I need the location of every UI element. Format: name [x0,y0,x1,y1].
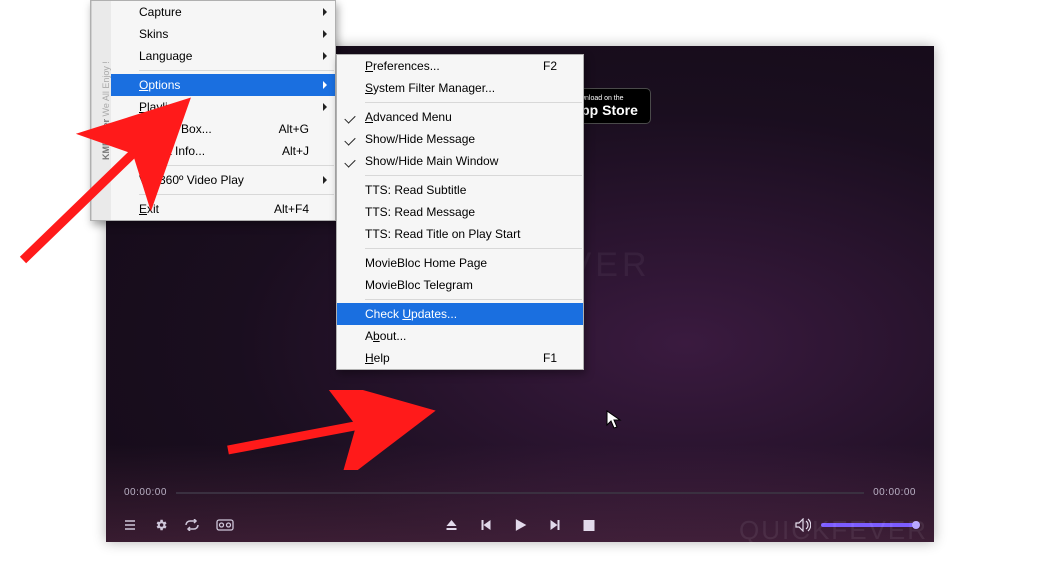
menu-item-label: Help [365,351,513,365]
main-menu-item-skins[interactable]: Skins [111,23,335,45]
options-menu-item-preferences[interactable]: Preferences... F2 [337,55,583,77]
options-menu-item-show-hide-message[interactable]: Show/Hide Message [337,128,583,150]
main-menu-item-vr-360-video-play[interactable]: VR 360º Video Play [111,169,335,191]
time-elapsed: 00:00:00 [124,487,167,498]
submenu-arrow-icon [323,30,327,38]
options-menu-separator [365,299,582,300]
next-icon[interactable] [550,519,562,531]
main-menu-item-media-info[interactable]: Media Info... Alt+J [111,140,335,162]
context-menu-main: KMPlayer We All Enjoy ! Capture Skins Lang… [90,0,336,221]
menu-item-label: Show/Hide Main Window [365,154,557,168]
menu-item-label: VR 360º Video Play [139,173,309,187]
menu-item-shortcut: F1 [543,351,557,365]
options-menu-item-show-hide-main-window[interactable]: Show/Hide Main Window [337,150,583,172]
options-menu-separator [365,248,582,249]
main-menu-item-options[interactable]: Options [111,74,335,96]
options-menu-item-help[interactable]: Help F1 [337,347,583,369]
submenu-arrow-icon [323,176,327,184]
options-menu-item-tts-read-subtitle[interactable]: TTS: Read Subtitle [337,179,583,201]
menu-item-label: Show/Hide Message [365,132,557,146]
menu-item-label: Language [139,49,309,63]
main-menu-separator [139,165,334,166]
options-menu-item-moviebloc-telegram[interactable]: MovieBloc Telegram [337,274,583,296]
options-menu-item-advanced-menu[interactable]: Advanced Menu [337,106,583,128]
menu-item-label: MovieBloc Telegram [365,278,557,292]
menu-item-shortcut: Alt+G [279,122,309,136]
menu-item-label: Media Info... [139,144,252,158]
settings-icon[interactable] [154,518,168,532]
submenu-arrow-icon [323,8,327,16]
menu-item-shortcut: Alt+F4 [274,202,309,216]
stop-icon[interactable] [584,520,595,531]
watermark-corner: QUICKFEVER [739,515,928,546]
options-menu-item-moviebloc-home-page[interactable]: MovieBloc Home Page [337,252,583,274]
main-menu-separator [139,70,334,71]
time-total: 00:00:00 [873,487,916,498]
menu-item-label: Playlist [139,100,309,114]
options-menu-item-check-updates[interactable]: Check Updates... [337,303,583,325]
vr-icon[interactable] [216,519,234,531]
seek-bar[interactable] [176,492,864,494]
menu-item-label: System Filter Manager... [365,81,557,95]
main-menu-item-exit[interactable]: Exit Alt+F4 [111,198,335,220]
main-menu-item-language[interactable]: Language [111,45,335,67]
menu-item-label: Skins [139,27,309,41]
options-menu-item-about[interactable]: About... [337,325,583,347]
previous-icon[interactable] [480,519,492,531]
menu-item-label: TTS: Read Subtitle [365,183,557,197]
main-menu-item-playlist[interactable]: Playlist [111,96,335,118]
menu-item-label: MovieBloc Home Page [365,256,557,270]
submenu-arrow-icon [323,81,327,89]
play-icon[interactable] [514,518,528,532]
check-icon [345,134,355,144]
menu-item-label: Control Box... [139,122,249,136]
menu-item-label: TTS: Read Title on Play Start [365,227,557,241]
main-menu-item-capture[interactable]: Capture [111,1,335,23]
menu-item-label: TTS: Read Message [365,205,557,219]
submenu-arrow-icon [323,103,327,111]
menu-sidebar: KMPlayer We All Enjoy ! [91,1,111,220]
menu-item-label: About... [365,329,557,343]
menu-item-label: Exit [139,202,244,216]
submenu-arrow-icon [323,52,327,60]
main-menu-item-control-box[interactable]: Control Box... Alt+G [111,118,335,140]
options-menu-item-system-filter-manager[interactable]: System Filter Manager... [337,77,583,99]
check-icon [345,156,355,166]
menu-item-label: Preferences... [365,59,513,73]
repeat-icon[interactable] [184,519,200,531]
eject-icon[interactable] [446,519,458,531]
options-menu-separator [365,175,582,176]
main-menu-separator [139,194,334,195]
menu-item-label: Options [139,78,309,92]
options-menu-item-tts-read-title-on-play-start[interactable]: TTS: Read Title on Play Start [337,223,583,245]
menu-item-label: Advanced Menu [365,110,557,124]
check-icon [345,112,355,122]
menu-item-shortcut: Alt+J [282,144,309,158]
playlist-icon[interactable] [124,519,138,531]
context-menu-options: Preferences... F2 System Filter Manager...… [336,54,584,370]
menu-item-label: Check Updates... [365,307,557,321]
menu-item-label: Capture [139,5,309,19]
options-menu-separator [365,102,582,103]
menu-item-shortcut: F2 [543,59,557,73]
options-menu-item-tts-read-message[interactable]: TTS: Read Message [337,201,583,223]
